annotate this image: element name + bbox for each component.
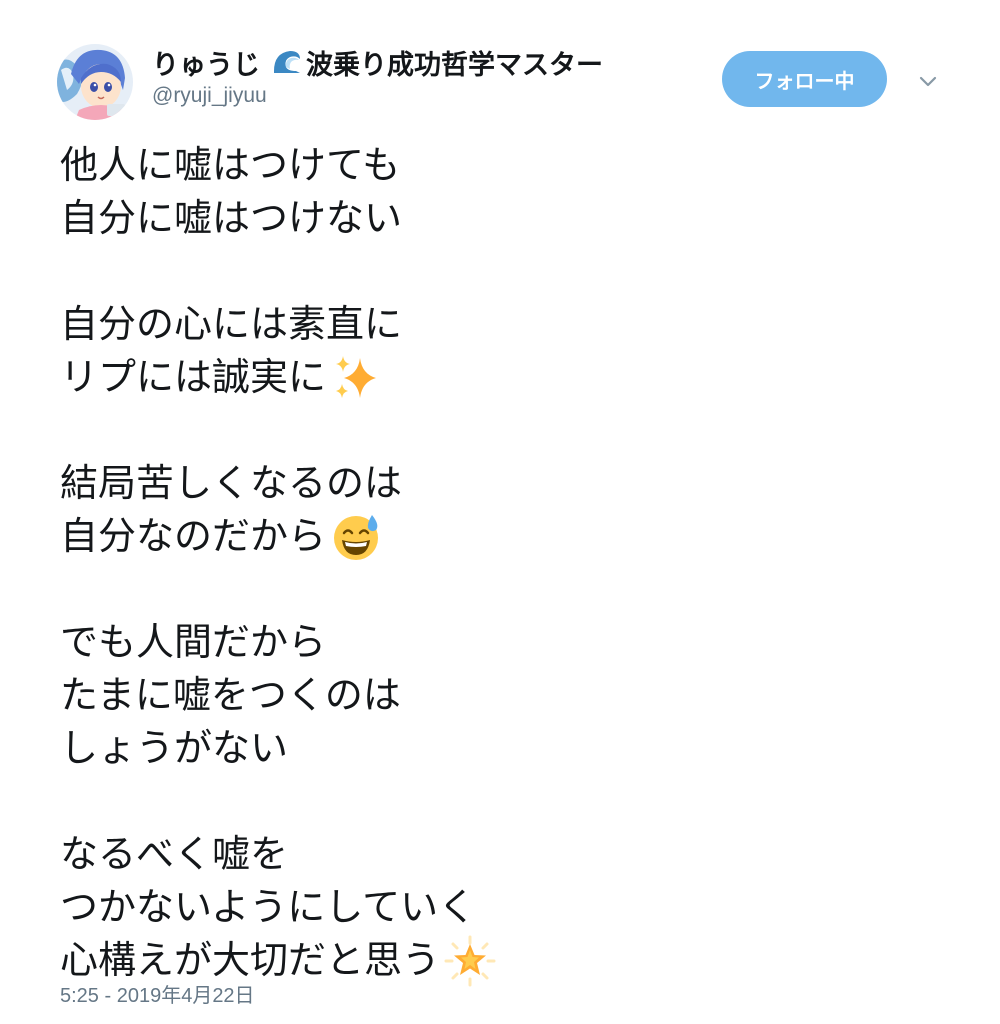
glowing-star-icon bbox=[444, 935, 496, 987]
tweet-line: 自分なのだから bbox=[60, 510, 940, 563]
author-name-row: りゅうじ 波乗り成功哲学マスター bbox=[152, 42, 603, 82]
chevron-down-icon[interactable] bbox=[915, 68, 941, 94]
tweet-line: 自分の心には素直に bbox=[60, 302, 403, 346]
sweat-smile-icon bbox=[330, 511, 382, 563]
sparkles-icon bbox=[330, 352, 382, 404]
tweet-line: でも人間だから bbox=[60, 620, 327, 664]
tweet-line: なるべく嘘を bbox=[60, 832, 289, 876]
tweet-card: りゅうじ 波乗り成功哲学マスター @ryuji_jiyuu フォロー中 他人に嘘… bbox=[0, 0, 1000, 1024]
tweet-line: 他人に嘘はつけても bbox=[60, 143, 401, 187]
tweet-line: たまに嘘をつくのは bbox=[60, 673, 401, 717]
tweet-line: 自分に嘘はつけない bbox=[60, 196, 403, 240]
tweet-line: つかないようにしていく bbox=[60, 885, 477, 929]
avatar[interactable] bbox=[57, 44, 133, 120]
display-name[interactable]: りゅうじ bbox=[152, 43, 260, 82]
tweet-line: 結局苦しくなるのは bbox=[60, 461, 403, 505]
display-name-suffix[interactable]: 波乗り成功哲学マスター bbox=[306, 43, 603, 82]
tweet-line: しょうがない bbox=[60, 726, 289, 770]
tweet-body: 他人に嘘はつけても 自分に嘘はつけない 自分の心には素直に リプには誠実に 結局… bbox=[60, 139, 940, 987]
wave-icon bbox=[272, 47, 302, 77]
following-button[interactable]: フォロー中 bbox=[722, 51, 887, 107]
user-handle[interactable]: @ryuji_jiyuu bbox=[152, 84, 267, 108]
tweet-line: リプには誠実に bbox=[60, 351, 940, 404]
tweet-timestamp[interactable]: 5:25 - 2019年4月22日 bbox=[60, 979, 255, 1008]
